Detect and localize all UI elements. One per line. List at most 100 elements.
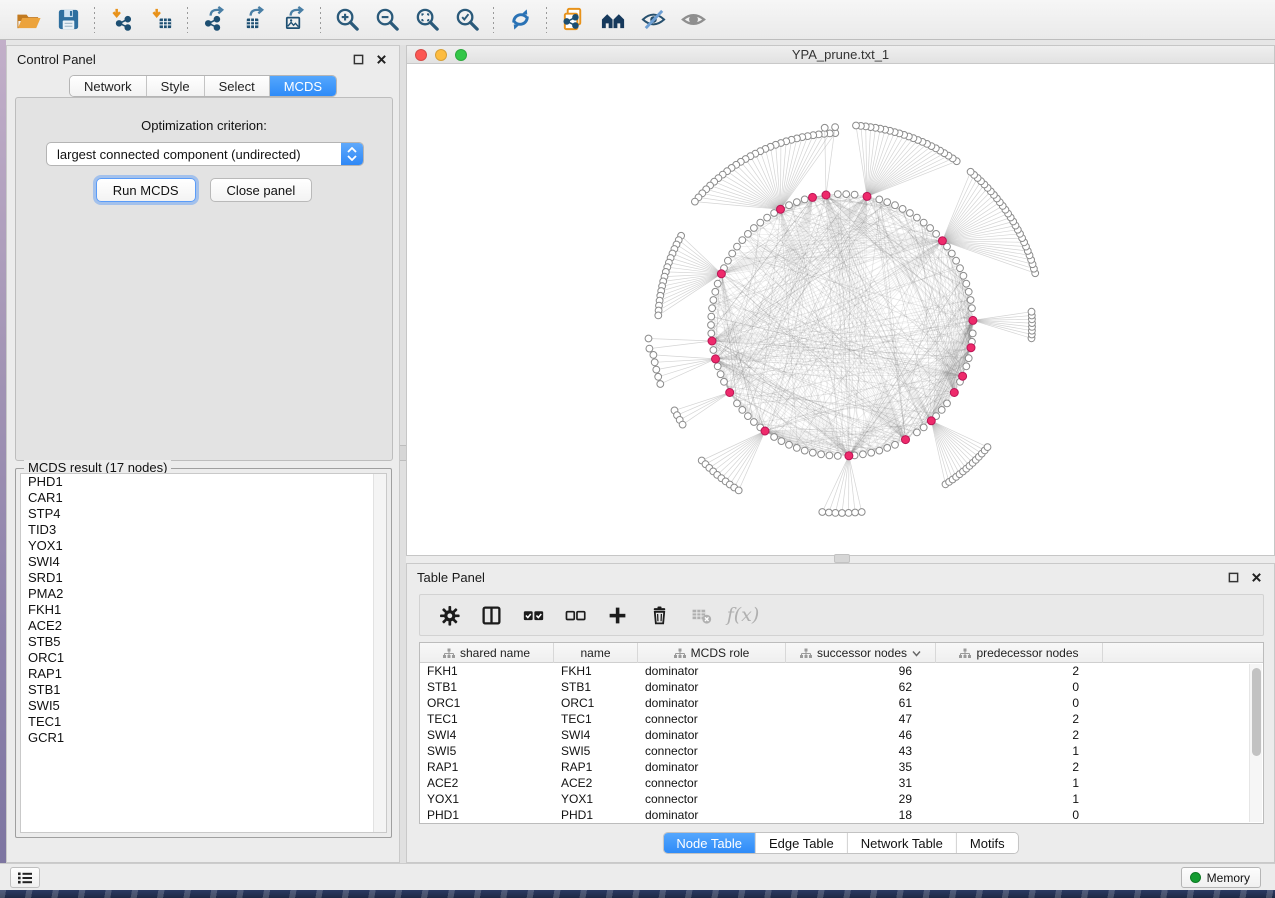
- ring-node[interactable]: [933, 231, 940, 238]
- mcds-result-item[interactable]: STP4: [21, 506, 386, 522]
- satellite-node[interactable]: [832, 510, 839, 517]
- satellite-node[interactable]: [735, 487, 742, 494]
- mcds-node[interactable]: [845, 452, 853, 460]
- zoom-selected-button[interactable]: [447, 4, 487, 36]
- float-panel-icon[interactable]: [1225, 569, 1241, 585]
- show-all-button[interactable]: [673, 4, 713, 36]
- deselect-all-button[interactable]: [562, 602, 588, 628]
- ring-node[interactable]: [739, 237, 746, 244]
- column-header-MCDS-role[interactable]: MCDS role: [638, 643, 786, 663]
- satellite-node[interactable]: [858, 509, 865, 516]
- mcds-node[interactable]: [777, 205, 785, 213]
- ring-node[interactable]: [920, 219, 927, 226]
- satellite-node[interactable]: [967, 168, 974, 175]
- satellite-node[interactable]: [651, 359, 658, 366]
- tab-motifs[interactable]: Motifs: [957, 833, 1018, 853]
- task-history-button[interactable]: [10, 867, 40, 888]
- ring-node[interactable]: [734, 243, 741, 250]
- ring-node[interactable]: [721, 378, 728, 385]
- table-row[interactable]: TEC1TEC1connector472: [420, 711, 1263, 727]
- mcds-node[interactable]: [863, 192, 871, 200]
- ring-node[interactable]: [965, 288, 972, 295]
- ring-node[interactable]: [938, 407, 945, 414]
- mcds-result-item[interactable]: SWI5: [21, 698, 386, 714]
- ring-node[interactable]: [745, 413, 752, 420]
- satellite-node[interactable]: [852, 509, 859, 516]
- delete-columns-button[interactable]: [646, 602, 672, 628]
- column-header-successor-nodes[interactable]: successor nodes: [786, 643, 936, 663]
- optimization-dropdown[interactable]: largest connected component (undirected): [46, 142, 364, 166]
- mcds-node[interactable]: [959, 372, 967, 380]
- ring-node[interactable]: [793, 199, 800, 206]
- ring-node[interactable]: [884, 199, 891, 206]
- ring-node[interactable]: [786, 202, 793, 209]
- mcds-node[interactable]: [712, 355, 720, 363]
- mcds-node[interactable]: [927, 417, 935, 425]
- close-panel-button[interactable]: Close panel: [210, 178, 313, 202]
- import-network-button[interactable]: [101, 4, 141, 36]
- mcds-result-item[interactable]: PHD1: [21, 474, 386, 490]
- column-header-predecessor-nodes[interactable]: predecessor nodes: [936, 643, 1103, 663]
- mcds-node[interactable]: [726, 389, 734, 397]
- mcds-node[interactable]: [969, 316, 977, 324]
- ring-node[interactable]: [963, 363, 970, 370]
- ring-node[interactable]: [709, 305, 716, 312]
- table-row[interactable]: SWI5SWI5connector431: [420, 743, 1263, 759]
- ring-node[interactable]: [965, 355, 972, 362]
- ring-node[interactable]: [801, 447, 808, 454]
- save-session-button[interactable]: [48, 4, 88, 36]
- mcds-result-item[interactable]: ORC1: [21, 650, 386, 666]
- table-row[interactable]: FKH1FKH1dominator962: [420, 663, 1263, 679]
- ring-node[interactable]: [734, 400, 741, 407]
- float-panel-icon[interactable]: [350, 51, 366, 67]
- splitter-grip[interactable]: [834, 554, 850, 563]
- ring-node[interactable]: [843, 191, 850, 198]
- open-session-button[interactable]: [8, 4, 48, 36]
- tab-node-table[interactable]: Node Table: [663, 833, 756, 853]
- ring-node[interactable]: [771, 434, 778, 441]
- ring-node[interactable]: [714, 280, 721, 287]
- satellite-node[interactable]: [692, 198, 699, 205]
- clone-network-button[interactable]: [553, 4, 593, 36]
- horizontal-splitter[interactable]: [406, 556, 1275, 563]
- ring-node[interactable]: [953, 257, 960, 264]
- table-row[interactable]: ORC1ORC1dominator610: [420, 695, 1263, 711]
- tab-edge-table[interactable]: Edge Table: [756, 833, 848, 853]
- zoom-fit-button[interactable]: [407, 4, 447, 36]
- ring-node[interactable]: [809, 449, 816, 456]
- ring-node[interactable]: [714, 363, 721, 370]
- mcds-node[interactable]: [938, 237, 946, 245]
- ring-node[interactable]: [725, 257, 732, 264]
- column-header-shared-name[interactable]: shared name: [420, 643, 554, 663]
- show-columns-button[interactable]: [478, 602, 504, 628]
- table-row[interactable]: STB1STB1dominator620: [420, 679, 1263, 695]
- mcds-result-item[interactable]: TID3: [21, 522, 386, 538]
- ring-node[interactable]: [969, 330, 976, 337]
- mcds-node[interactable]: [717, 270, 725, 278]
- ring-node[interactable]: [717, 371, 724, 378]
- mcds-result-item[interactable]: FKH1: [21, 602, 386, 618]
- ring-node[interactable]: [712, 288, 719, 295]
- zoom-out-button[interactable]: [367, 4, 407, 36]
- close-panel-icon[interactable]: [373, 51, 389, 67]
- ring-node[interactable]: [892, 202, 899, 209]
- mcds-list-scrollbar[interactable]: [373, 474, 386, 832]
- ring-node[interactable]: [927, 225, 934, 232]
- tab-network[interactable]: Network: [70, 76, 147, 96]
- ring-node[interactable]: [826, 452, 833, 459]
- satellite-node[interactable]: [821, 124, 828, 131]
- column-header-name[interactable]: name: [554, 643, 638, 663]
- satellite-node[interactable]: [655, 312, 662, 319]
- satellite-node[interactable]: [679, 421, 686, 428]
- node-table[interactable]: shared namename MCDS role successor node…: [419, 642, 1264, 824]
- ring-node[interactable]: [907, 210, 914, 217]
- export-network-button[interactable]: [194, 4, 234, 36]
- table-row[interactable]: RAP1RAP1dominator352: [420, 759, 1263, 775]
- hide-selected-button[interactable]: [633, 4, 673, 36]
- mcds-result-item[interactable]: RAP1: [21, 666, 386, 682]
- ring-node[interactable]: [899, 206, 906, 213]
- ring-node[interactable]: [739, 407, 746, 414]
- mcds-node[interactable]: [967, 344, 975, 352]
- satellite-node[interactable]: [653, 366, 660, 373]
- export-table-button[interactable]: [234, 4, 274, 36]
